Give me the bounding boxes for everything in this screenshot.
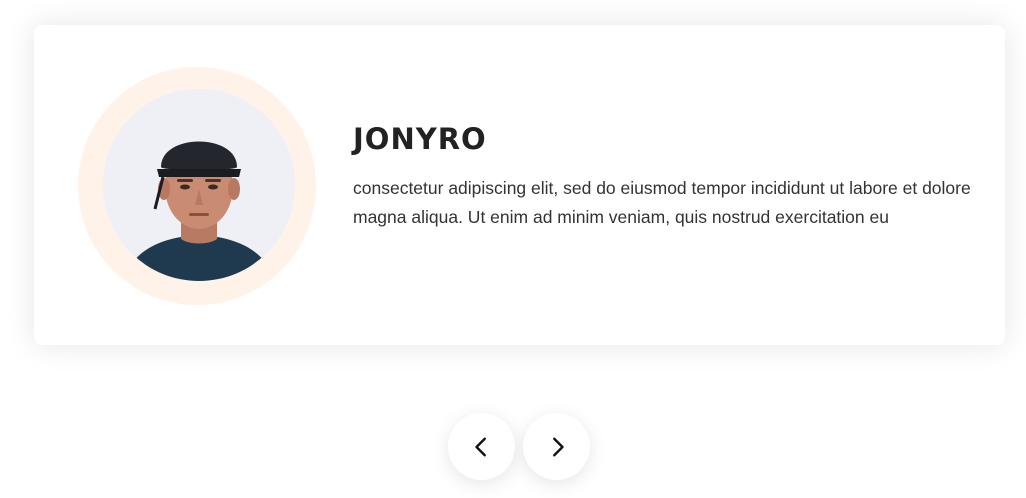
avatar [103, 89, 295, 281]
testimonial-name: JONYRO [353, 122, 487, 156]
testimonial-text: consectetur adipiscing elit, sed do eius… [353, 178, 971, 227]
avatar-ring [78, 67, 316, 305]
chevron-right-icon [552, 437, 564, 456]
testimonial-slider: JONYRO consectetur adipiscing elit, sed … [0, 0, 1026, 498]
avatar-portrait-image [103, 89, 295, 281]
prev-button[interactable] [448, 413, 515, 480]
next-button[interactable] [523, 413, 590, 480]
chevron-left-icon [474, 437, 486, 456]
testimonial-card: JONYRO consectetur adipiscing elit, sed … [34, 25, 1005, 345]
